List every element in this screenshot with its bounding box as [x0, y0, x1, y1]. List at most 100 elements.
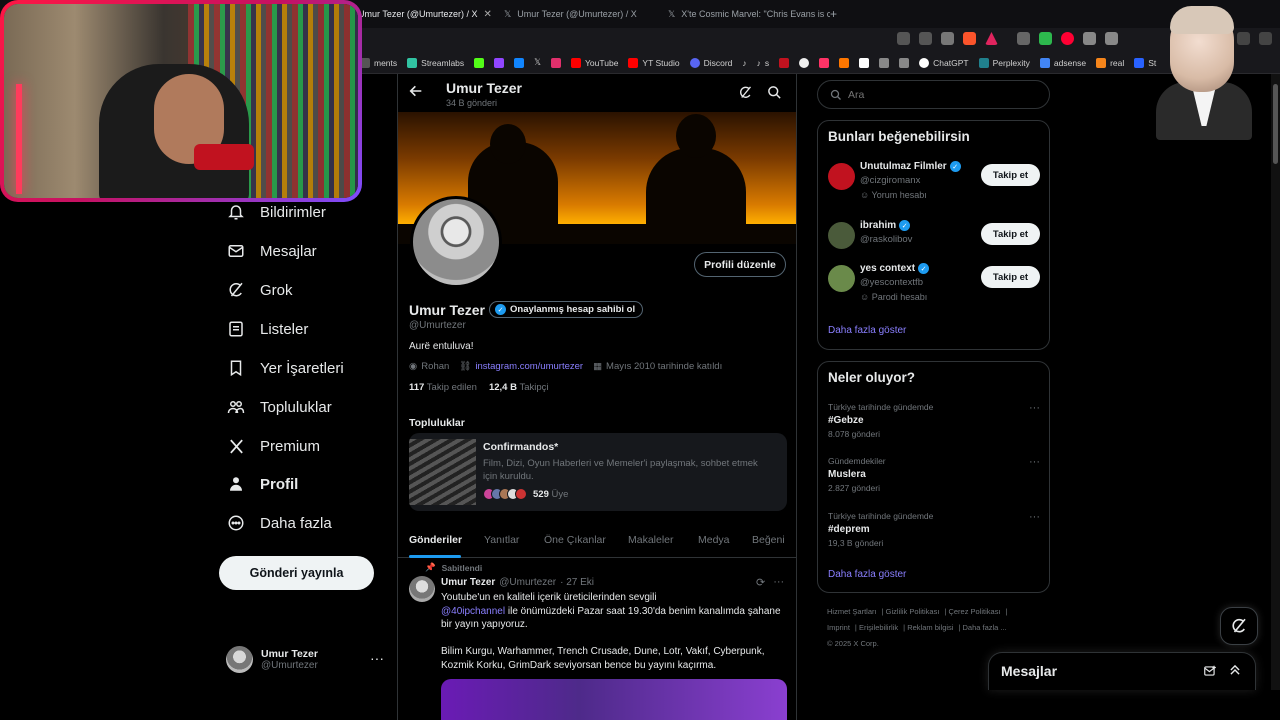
back-arrow-icon[interactable] — [408, 83, 424, 99]
show-more-link[interactable]: Daha fazla göster — [828, 569, 906, 580]
bookmark-item[interactable] — [839, 57, 850, 68]
footer-link[interactable]: Erişilebilirlik — [859, 623, 898, 632]
more-icon[interactable]: ··· — [1029, 511, 1040, 523]
extension-icon[interactable] — [1105, 32, 1118, 45]
bookmark-item[interactable]: YouTube — [571, 57, 618, 68]
nav-item-premium[interactable]: Premium — [226, 436, 320, 456]
post-button[interactable]: Gönderi yayınla — [219, 556, 374, 590]
footer-link[interactable]: Çerez Politikası — [948, 607, 1000, 616]
nav-item-bookmarks[interactable]: Yer İşaretleri — [226, 358, 344, 378]
more-icon[interactable]: ··· — [370, 650, 384, 666]
search-box[interactable] — [817, 80, 1050, 109]
menu-icon[interactable] — [1259, 32, 1272, 45]
nav-item-messages[interactable]: Mesajlar — [226, 241, 317, 261]
tab-likes[interactable]: Beğeni — [752, 534, 785, 546]
bookmark-item[interactable] — [494, 57, 505, 68]
bookmark-item[interactable]: ments — [360, 57, 397, 68]
suggestion-item[interactable]: Unutulmaz Filmler ✓ @cizgiromanx ☺ Yorum … — [828, 161, 1040, 205]
avatar[interactable] — [409, 576, 435, 602]
bookmark-item[interactable] — [474, 57, 485, 68]
follow-button[interactable]: Takip et — [981, 266, 1040, 288]
followers-link[interactable]: 12,4 B Takipçi — [489, 382, 549, 393]
nav-item-lists[interactable]: Listeler — [226, 319, 308, 339]
bookmark-star-icon[interactable] — [941, 32, 954, 45]
tab-articles[interactable]: Makaleler — [628, 534, 674, 546]
profile-link[interactable]: ⛓ instagram.com/umurtezer — [459, 361, 583, 372]
bookmark-item[interactable]: Streamlabs — [407, 57, 464, 68]
extension-icon[interactable] — [1083, 32, 1096, 45]
browser-tab-2[interactable]: 𝕏 Umur Tezer (@Umurtezer) / X — [496, 5, 656, 23]
nav-item-communities[interactable]: Topluluklar — [226, 397, 332, 417]
footer-link[interactable]: Daha fazla ... — [963, 623, 1007, 632]
bookmark-item[interactable] — [551, 57, 562, 68]
bookmark-item[interactable] — [859, 57, 870, 68]
bookmark-item[interactable] — [819, 57, 830, 68]
bookmark-item[interactable] — [899, 57, 910, 68]
browser-tab-1[interactable]: Umur Tezer (@Umurtezer) / X ✕ — [350, 5, 495, 23]
tab-highlights[interactable]: Öne Çıkanlar — [544, 534, 606, 546]
suggestion-item[interactable]: ibrahim ✓ @raskolibov Takip et — [828, 220, 1040, 264]
browser-tab-3[interactable]: 𝕏 X'te Cosmic Marvel: "Chris Evans is c … — [660, 5, 830, 23]
tweet-media[interactable] — [441, 679, 787, 720]
tab-posts[interactable]: Gönderiler — [409, 534, 462, 546]
bookmark-item[interactable]: adsense — [1039, 57, 1086, 68]
bookmark-item[interactable]: Perplexity — [978, 57, 1030, 68]
edit-profile-button[interactable]: Profili düzenle — [694, 252, 786, 277]
bookmark-item[interactable]: ChatGPT — [919, 57, 969, 68]
bookmark-item[interactable]: St — [1134, 57, 1156, 68]
extension-icon[interactable] — [1061, 32, 1074, 45]
show-more-link[interactable]: Daha fazla göster — [828, 325, 906, 336]
suggestion-item[interactable]: yes context ✓ @yescontextfb ☺ Parodi hesa… — [828, 263, 1040, 307]
tweet-date[interactable]: · 27 Eki — [560, 577, 594, 588]
extension-icon[interactable] — [1017, 32, 1030, 45]
nav-item-more[interactable]: Daha fazla — [226, 513, 332, 533]
following-link[interactable]: 117 Takip edilen — [409, 382, 477, 393]
nav-item-profile[interactable]: Profil — [226, 474, 298, 494]
get-verified-button[interactable]: ✓ Onaylanmış hesap sahibi ol — [489, 301, 644, 318]
tweet-author-name[interactable]: Umur Tezer — [441, 577, 495, 588]
footer-link[interactable]: Reklam bilgisi — [907, 623, 953, 632]
follow-button[interactable]: Takip et — [981, 223, 1040, 245]
trend-item[interactable]: Türkiye tarihinde gündemde #deprem 19,3 … — [828, 511, 1040, 548]
nav-item-grok[interactable]: Grok — [226, 280, 293, 300]
bookmark-item[interactable]: ♪ s — [757, 58, 770, 68]
new-tab-icon[interactable]: + — [830, 7, 837, 21]
rewards-icon[interactable] — [985, 32, 998, 45]
footer-link[interactable]: Imprint — [827, 623, 850, 632]
close-icon[interactable]: ✕ — [484, 9, 492, 20]
search-input[interactable] — [848, 88, 1028, 101]
trend-item[interactable]: Gündemdekiler Muslera 2.827 gönderi ··· — [828, 456, 1040, 493]
grok-icon[interactable]: ⟳ — [756, 576, 765, 589]
bookmark-item[interactable]: real — [1096, 57, 1124, 68]
community-card[interactable]: Confirmandos* Film, Dizi, Oyun Haberleri… — [409, 433, 787, 511]
extension-icon[interactable] — [1039, 32, 1052, 45]
bookmark-item[interactable] — [514, 57, 525, 68]
bookmark-item[interactable] — [779, 57, 790, 68]
profile-avatar[interactable] — [410, 196, 502, 288]
new-message-icon[interactable] — [1203, 664, 1217, 678]
footer-link[interactable]: Gizlilik Politikası — [886, 607, 940, 616]
bookmark-item[interactable]: 𝕏 — [534, 57, 541, 68]
bookmark-item[interactable] — [879, 57, 890, 68]
more-icon[interactable]: ··· — [1029, 456, 1040, 468]
follow-button[interactable]: Takip et — [981, 164, 1040, 186]
chevron-up-icon[interactable] — [1228, 663, 1242, 677]
cast-icon[interactable] — [897, 32, 910, 45]
tweet-mention[interactable]: @40ipchannel — [441, 606, 505, 617]
search-icon[interactable] — [767, 85, 782, 100]
account-switcher[interactable]: Umur Tezer @Umurtezer ··· — [226, 644, 386, 674]
bookmark-item[interactable]: YT Studio — [628, 57, 680, 68]
more-icon[interactable]: ··· — [1029, 402, 1040, 414]
tab-replies[interactable]: Yanıtlar — [484, 534, 519, 546]
scrollbar-thumb[interactable] — [1273, 84, 1278, 164]
grok-floating-button[interactable] — [1220, 607, 1258, 645]
bookmark-item[interactable]: Discord — [689, 57, 732, 68]
bookmark-item[interactable]: ♪ — [742, 58, 746, 68]
footer-link[interactable]: Hizmet Şartları — [827, 607, 877, 616]
bookmark-item[interactable] — [799, 57, 810, 68]
brave-shield-icon[interactable] — [963, 32, 976, 45]
trend-item[interactable]: Türkiye tarihinde gündemde #Gebze 8.078 … — [828, 402, 1040, 439]
messages-drawer[interactable]: Mesajlar — [988, 652, 1256, 690]
tab-media[interactable]: Medya — [698, 534, 730, 546]
profile-link-text[interactable]: instagram.com/umurtezer — [475, 361, 583, 372]
